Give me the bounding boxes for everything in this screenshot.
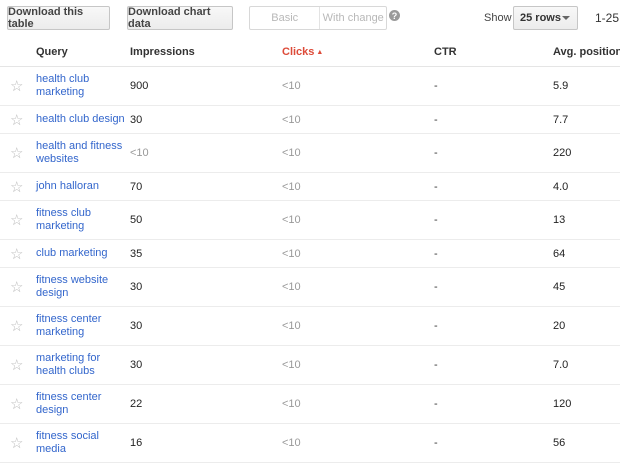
help-icon[interactable]: ? — [389, 10, 400, 21]
sort-ascending-icon: ▲ — [316, 49, 324, 56]
clicks-value: <10 — [282, 180, 301, 193]
ctr-value: - — [434, 320, 438, 332]
impressions-value: 30 — [130, 359, 143, 371]
star-outline-icon[interactable]: ☆ — [10, 173, 26, 200]
query-link[interactable]: health club design — [36, 106, 128, 133]
star-outline-icon[interactable]: ☆ — [10, 307, 26, 345]
impressions-value: 70 — [130, 180, 143, 193]
impressions-value: 22 — [130, 398, 143, 410]
star-outline-icon[interactable]: ☆ — [10, 268, 26, 306]
avg-position-value: 20 — [553, 320, 566, 332]
avg-position-value: 4.0 — [553, 180, 569, 193]
avg-position-value: 13 — [553, 214, 566, 226]
clicks-value: <10 — [282, 80, 301, 92]
ctr-value: - — [434, 398, 438, 410]
table-row: ☆ fitness website design 30 <10 - 45 — [0, 268, 620, 307]
column-header-ctr[interactable]: CTR — [434, 46, 457, 58]
avg-position-value: 56 — [553, 437, 566, 449]
clicks-value: <10 — [282, 437, 301, 449]
query-link[interactable]: club marketing — [36, 240, 128, 267]
clicks-value: <10 — [282, 281, 301, 293]
query-link[interactable]: john halloran — [36, 173, 128, 200]
impressions-value: <10 — [130, 147, 149, 159]
clicks-value: <10 — [282, 398, 301, 410]
impressions-value: 30 — [130, 281, 143, 293]
impressions-value: 16 — [130, 437, 143, 449]
table-row: ☆ health and fitness websites <10 <10-220 — [0, 134, 620, 173]
avg-position-value: 45 — [553, 281, 566, 293]
avg-position-value: 220 — [553, 147, 572, 159]
star-outline-icon[interactable]: ☆ — [10, 346, 26, 384]
impressions-value: 30 — [130, 113, 143, 126]
view-mode-toggle: Basic With change — [249, 6, 387, 30]
pagination-range: 1-25 of — [595, 11, 620, 25]
table-row: ☆ fitness center marketing 30 <10 - 20 — [0, 307, 620, 346]
impressions-value: 30 — [130, 320, 143, 332]
table-row: ☆ health club marketing 900 <10 - 5.9 — [0, 67, 620, 106]
column-header-impressions[interactable]: Impressions — [130, 46, 195, 58]
query-link[interactable]: fitness center design — [36, 385, 128, 423]
query-link[interactable]: health and fitness websites — [36, 134, 128, 172]
column-header-clicks[interactable]: Clicks ▲ — [282, 46, 323, 58]
star-outline-icon[interactable]: ☆ — [10, 201, 26, 239]
ctr-value: - — [434, 80, 438, 92]
ctr-value: - — [434, 359, 438, 371]
ctr-value: - — [434, 214, 438, 226]
column-header-avg-position[interactable]: Avg. position — [553, 46, 620, 58]
impressions-value: 900 — [130, 80, 149, 92]
ctr-value: - — [434, 113, 438, 126]
clicks-value: <10 — [282, 247, 301, 260]
ctr-value: - — [434, 247, 438, 260]
download-chart-data-button[interactable]: Download chart data — [127, 6, 233, 30]
ctr-value: - — [434, 281, 438, 293]
table-row: ☆ health club design 30 <10 - 7.7 — [0, 106, 620, 134]
star-outline-icon[interactable]: ☆ — [10, 424, 26, 462]
query-link[interactable]: fitness social media — [36, 424, 128, 462]
toolbar: Download this table Download chart data … — [0, 0, 620, 36]
table-row: ☆ fitness center design 22 <10 - 120 — [0, 385, 620, 424]
clicks-value: <10 — [282, 147, 301, 159]
column-header-query[interactable]: Query — [36, 46, 68, 58]
table-row: ☆ club marketing 35 <10 - 64 — [0, 240, 620, 268]
clicks-value: <10 — [282, 320, 301, 332]
table-row: ☆ john halloran 70 <10 - 4.0 — [0, 173, 620, 201]
star-outline-icon[interactable]: ☆ — [10, 385, 26, 423]
table-row: ☆ marketing for health clubs 30 <10 - 7.0 — [0, 346, 620, 385]
with-change-view-option[interactable]: With change — [320, 7, 386, 29]
show-label: Show — [484, 12, 512, 24]
avg-position-value: 120 — [553, 398, 572, 410]
table-row: ☆ fitness social media 16 <10 - 56 — [0, 424, 620, 463]
download-table-button[interactable]: Download this table — [7, 6, 110, 30]
query-link[interactable]: fitness club marketing — [36, 201, 128, 239]
ctr-value: - — [434, 180, 438, 193]
chevron-down-icon — [562, 16, 570, 20]
column-header-clicks-label: Clicks — [282, 46, 315, 58]
query-link[interactable]: fitness website design — [36, 268, 128, 306]
clicks-value: <10 — [282, 359, 301, 371]
clicks-value: <10 — [282, 113, 301, 126]
rows-per-page-select[interactable]: 25 rows — [513, 6, 578, 30]
avg-position-value: 7.0 — [553, 359, 569, 371]
star-outline-icon[interactable]: ☆ — [10, 240, 26, 267]
query-link[interactable]: fitness center marketing — [36, 307, 128, 345]
rows-per-page-value: 25 rows — [520, 12, 561, 24]
clicks-value: <10 — [282, 214, 301, 226]
table-row: ☆ fitness club marketing 50 <10 - 13 — [0, 201, 620, 240]
query-link[interactable]: marketing for health clubs — [36, 346, 128, 384]
avg-position-value: 64 — [553, 247, 566, 260]
avg-position-value: 5.9 — [553, 80, 569, 92]
ctr-value: - — [434, 437, 438, 449]
avg-position-value: 7.7 — [553, 113, 569, 126]
star-outline-icon[interactable]: ☆ — [10, 106, 26, 133]
ctr-value: - — [434, 147, 438, 159]
table-header: Query Impressions Clicks ▲ CTR Avg. posit… — [0, 36, 620, 67]
star-outline-icon[interactable]: ☆ — [10, 67, 26, 105]
star-outline-icon[interactable]: ☆ — [10, 134, 26, 172]
impressions-value: 50 — [130, 214, 143, 226]
basic-view-option[interactable]: Basic — [250, 7, 321, 29]
query-link[interactable]: health club marketing — [36, 67, 128, 105]
impressions-value: 35 — [130, 247, 143, 260]
